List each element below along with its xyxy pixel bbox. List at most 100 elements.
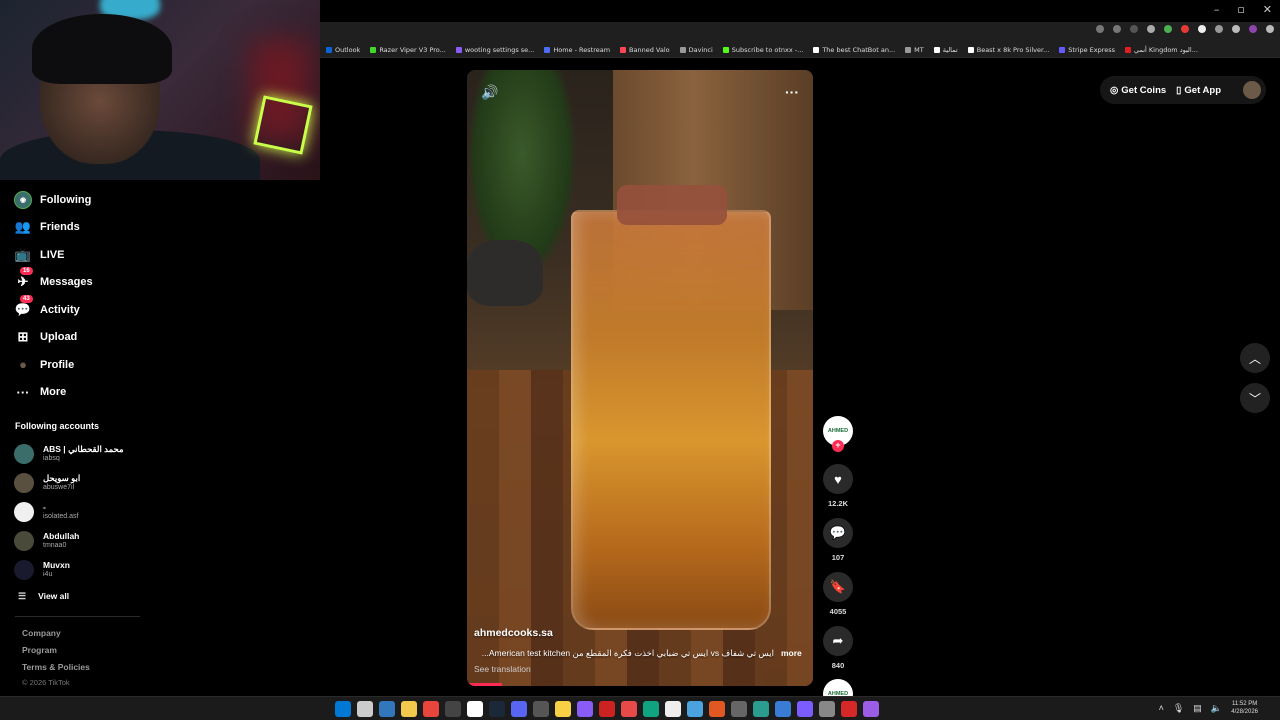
user-avatar[interactable] — [1243, 81, 1261, 99]
following-account[interactable]: ابو سويحل abuswe7il — [0, 468, 150, 497]
taskbar-app-icon[interactable] — [357, 701, 373, 717]
bookmark-item[interactable]: Subscribe to otnxx -... — [722, 46, 803, 54]
taskbar-app-icon[interactable] — [797, 701, 813, 717]
next-video-button[interactable]: ﹀ — [1240, 383, 1270, 413]
caption-more-button[interactable]: more — [781, 648, 802, 658]
taskbar-app-icon[interactable] — [819, 701, 835, 717]
following-account[interactable]: Abdullah tmnaa0 — [0, 526, 150, 555]
mic-icon[interactable]: 🎙 — [1173, 703, 1184, 714]
extension-icon[interactable] — [1215, 25, 1223, 33]
previous-video-button[interactable]: ︿ — [1240, 343, 1270, 373]
bookmark-item[interactable]: Beast x 8k Pro Silver... — [967, 46, 1049, 54]
extension-icon[interactable] — [1147, 25, 1155, 33]
extension-icon[interactable] — [1181, 25, 1189, 33]
bookmark-item[interactable]: أنمي Kingdom البود... — [1125, 46, 1198, 54]
following-account[interactable]: ABS | محمد القحطاني iabsq — [0, 439, 150, 468]
sidebar-item-following[interactable]: ◉ Following — [0, 186, 150, 214]
video-username[interactable]: ahmedcooks.sa — [474, 627, 553, 639]
bookmark-label: Davinci — [688, 45, 713, 54]
bookmark-favicon-icon — [1125, 46, 1132, 53]
taskbar-app-icon[interactable] — [489, 701, 505, 717]
extension-icon[interactable] — [1164, 25, 1172, 33]
footer-link-company[interactable]: Company — [0, 625, 150, 642]
bookmark-favicon-icon — [679, 46, 686, 53]
footer-link-terms[interactable]: Terms & Policies — [0, 659, 150, 676]
extensions-puzzle-icon[interactable] — [1232, 25, 1240, 33]
footer-link-program[interactable]: Program — [0, 642, 150, 659]
sidebar-item-live[interactable]: 📺 LIVE — [0, 241, 150, 269]
video-player[interactable]: 🔊 ··· ahmedcooks.sa ايس تي شفاف vs ايس ت… — [467, 70, 813, 686]
phone-icon: ▯ — [1176, 84, 1182, 96]
taskbar-app-icon[interactable] — [401, 701, 417, 717]
sidebar-item-messages[interactable]: ✈ 16 Messages — [0, 267, 150, 297]
sidebar-item-activity[interactable]: 💬 43 Activity — [0, 294, 150, 324]
bookmark-star-icon[interactable] — [1113, 25, 1121, 33]
bookmark-item[interactable]: The best ChatBot an... — [813, 46, 895, 54]
sidebar-item-friends[interactable]: 👥 Friends — [0, 214, 150, 242]
bookmark-item[interactable]: Outlook — [326, 46, 360, 54]
taskbar-app-icon[interactable] — [709, 701, 725, 717]
taskbar-app-icon[interactable] — [533, 701, 549, 717]
address-bar[interactable] — [320, 22, 1280, 42]
volume-tray-icon[interactable]: 🔈 — [1211, 703, 1222, 714]
extension-icon[interactable] — [1130, 25, 1138, 33]
maximize-button[interactable]: ▫ — [1237, 3, 1244, 16]
video-progress-bar[interactable] — [467, 683, 502, 686]
profile-avatar-icon[interactable] — [1249, 25, 1257, 33]
taskbar-app-icon[interactable] — [577, 701, 593, 717]
taskbar-app-icon[interactable] — [731, 701, 747, 717]
taskbar-app-icon[interactable] — [775, 701, 791, 717]
get-app-button[interactable]: ▯ Get App — [1176, 85, 1221, 96]
zoom-icon[interactable] — [1096, 25, 1104, 33]
system-tray: ˄ 🎙 ▤ 🔈 — [1159, 703, 1222, 714]
taskbar-app-icon[interactable] — [643, 701, 659, 717]
taskbar-app-icon[interactable] — [863, 701, 879, 717]
close-window-button[interactable]: ✕ — [1263, 3, 1272, 16]
follow-plus-icon[interactable]: + — [832, 440, 844, 452]
extension-icon[interactable] — [1198, 25, 1206, 33]
bookmark-item[interactable]: wooting settings se... — [455, 46, 534, 54]
bookmark-item[interactable]: MT — [905, 46, 924, 54]
bookmark-item[interactable]: تمالية — [933, 46, 958, 54]
taskbar-app-icon[interactable] — [621, 701, 637, 717]
taskbar-app-icon[interactable] — [665, 701, 681, 717]
save-button[interactable]: 🔖 — [823, 572, 853, 602]
bookmark-item[interactable]: Razer Viper V3 Pro... — [370, 46, 446, 54]
taskbar-app-icon[interactable] — [445, 701, 461, 717]
system-clock[interactable]: 11:52 PM 4/28/2026 — [1231, 700, 1258, 716]
taskbar-app-icon[interactable] — [335, 701, 351, 717]
menu-dots-icon[interactable] — [1266, 25, 1274, 33]
share-button[interactable]: ➦ — [823, 626, 853, 656]
bookmark-item[interactable]: Stripe Express — [1059, 46, 1115, 54]
taskbar-app-icon[interactable] — [379, 701, 395, 717]
see-translation-link[interactable]: See translation — [474, 664, 531, 674]
like-button[interactable]: ♥ — [823, 464, 853, 494]
get-coins-button[interactable]: ◎ Get Coins — [1110, 85, 1166, 96]
taskbar-app-icon[interactable] — [753, 701, 769, 717]
bookmark-item[interactable]: Davinci — [679, 45, 713, 54]
volume-icon[interactable]: 🔊 — [481, 84, 498, 101]
more-options-icon[interactable]: ··· — [785, 84, 799, 100]
bookmark-item[interactable]: Banned Valo — [620, 46, 670, 54]
taskbar-app-icon[interactable] — [511, 701, 527, 717]
taskbar-app-icon[interactable] — [555, 701, 571, 717]
view-all-button[interactable]: ☰ View all — [0, 584, 150, 608]
minimize-button[interactable]: – — [1214, 3, 1220, 16]
tray-chevron-icon[interactable]: ˄ — [1159, 703, 1164, 714]
get-app-label: Get App — [1184, 84, 1221, 96]
taskbar-app-icon[interactable] — [841, 701, 857, 717]
sidebar-item-profile[interactable]: ● Profile — [0, 351, 150, 379]
sidebar-item-more[interactable]: ··· More — [0, 379, 150, 407]
bookmark-item[interactable]: Home - Restream — [544, 46, 610, 54]
following-account[interactable]: - isolated.asf — [0, 497, 150, 526]
creator-avatar[interactable]: AHMED + — [823, 416, 853, 452]
following-account[interactable]: Muvxn i4u — [0, 555, 150, 584]
taskbar-app-icon[interactable] — [599, 701, 615, 717]
taskbar-app-icon[interactable] — [423, 701, 439, 717]
bookmark-favicon-icon — [455, 46, 462, 53]
network-icon[interactable]: ▤ — [1193, 703, 1202, 714]
taskbar-app-icon[interactable] — [687, 701, 703, 717]
sidebar-item-upload[interactable]: ⊞ Upload — [0, 324, 150, 352]
comment-button[interactable]: 💬 — [823, 518, 853, 548]
taskbar-app-icon[interactable] — [467, 701, 483, 717]
